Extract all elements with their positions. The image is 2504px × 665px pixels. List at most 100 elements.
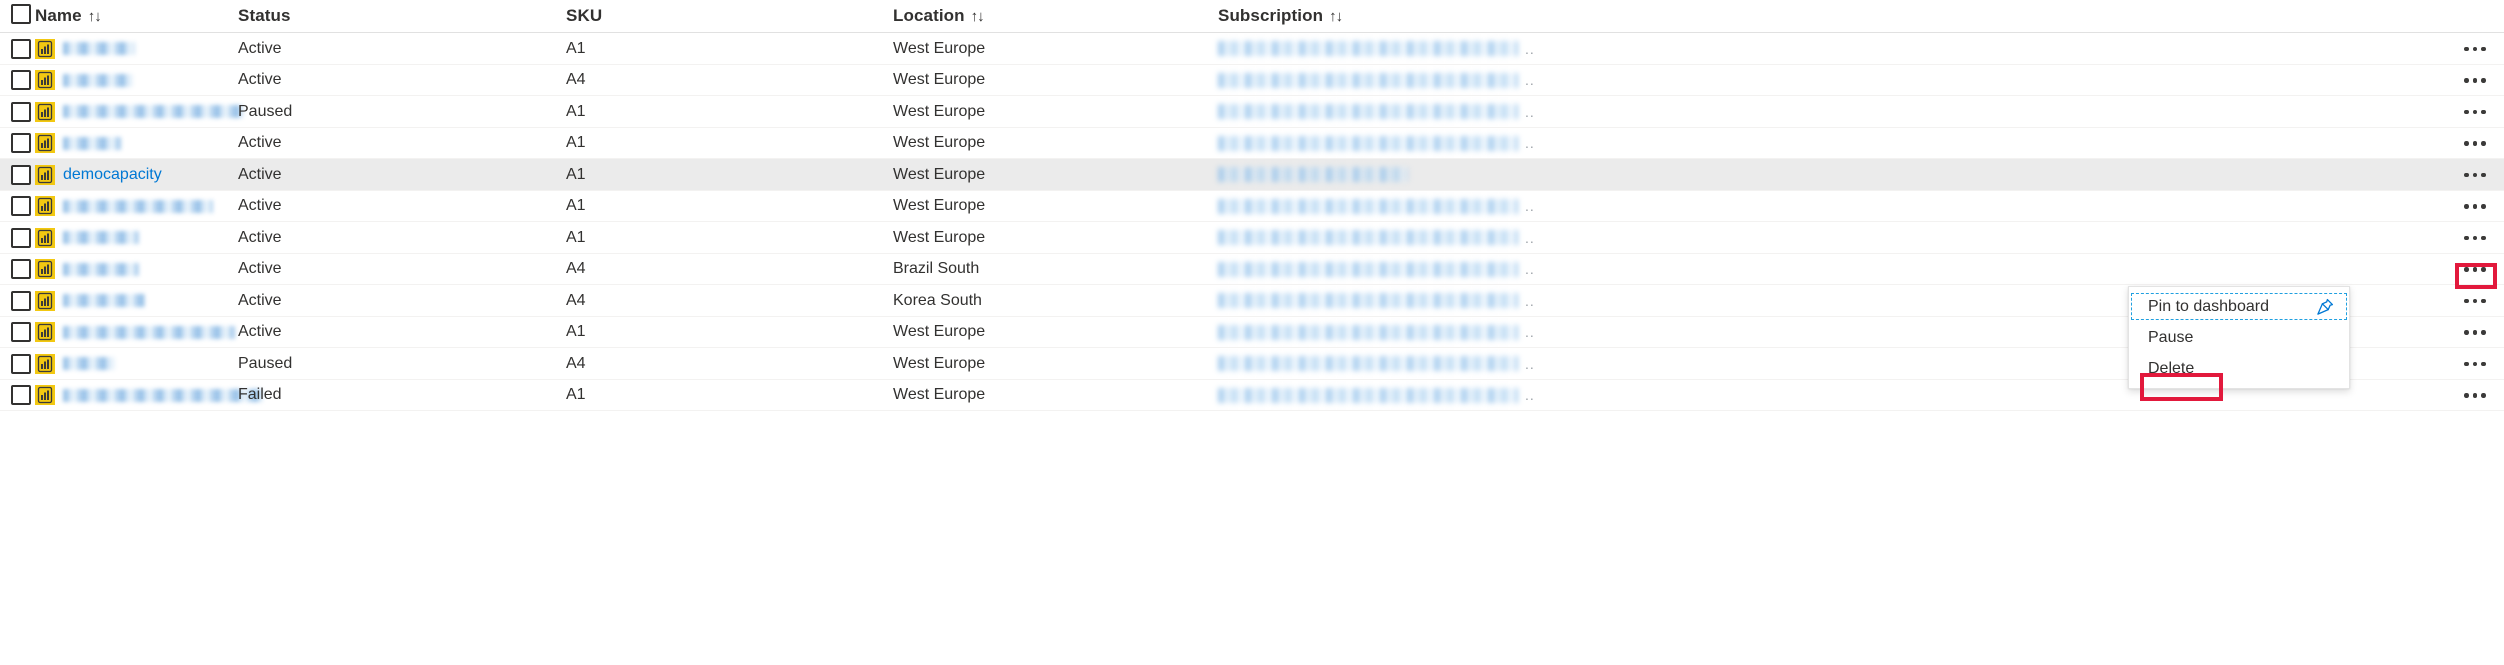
row-subscription-blurred	[1218, 72, 1518, 88]
row-select-checkbox[interactable]	[11, 159, 31, 191]
row-select-checkbox[interactable]	[11, 380, 31, 412]
more-actions-ellipsis-icon[interactable]	[2458, 96, 2492, 128]
checkbox-box[interactable]	[11, 290, 31, 311]
sort-icon[interactable]: ↑↓	[1329, 9, 1343, 24]
checkbox-box[interactable]	[11, 133, 31, 154]
checkbox-box[interactable]	[11, 385, 31, 406]
table-row[interactable]: Active A4 West Europe..	[0, 64, 2504, 97]
row-name-blurred	[63, 231, 139, 245]
more-actions-ellipsis-icon[interactable]	[2458, 285, 2492, 317]
row-location-cell: West Europe	[893, 386, 986, 404]
row-location-cell: West Europe	[893, 228, 986, 246]
column-header-name[interactable]: Name ↑↓	[35, 6, 235, 26]
row-select-checkbox[interactable]	[11, 254, 31, 286]
ellipsis-dot	[2464, 330, 2469, 335]
ellipsis-dot	[2481, 267, 2486, 272]
checkbox-box[interactable]	[11, 38, 31, 59]
row-subscription-cell: ..	[1218, 33, 1535, 65]
row-name-link[interactable]: democapacity	[63, 166, 162, 184]
column-header-location[interactable]: Location ↑↓	[893, 6, 1133, 26]
row-location-cell: Brazil South	[893, 260, 980, 278]
ellipsis-dot	[2481, 361, 2486, 366]
row-name-cell: democapacity	[35, 159, 162, 191]
sort-icon[interactable]: ↑↓	[88, 9, 102, 24]
table-row[interactable]: Active A1 West Europe..	[0, 33, 2504, 65]
row-status-cell: Active	[238, 260, 282, 278]
select-all-checkbox[interactable]	[11, 3, 35, 29]
more-actions-ellipsis-icon[interactable]	[2458, 33, 2492, 65]
column-header-status[interactable]: Status	[238, 6, 438, 26]
power-bi-capacity-icon	[35, 290, 55, 311]
row-select-checkbox[interactable]	[11, 285, 31, 317]
ellipsis-dot	[2472, 330, 2478, 335]
row-location-cell: Korea South	[893, 291, 982, 309]
row-sku-cell: A4	[566, 291, 586, 309]
row-select-checkbox[interactable]	[11, 128, 31, 160]
ellipsis-dot	[2481, 393, 2486, 398]
checkbox-box[interactable]	[11, 101, 31, 122]
row-subscription-blurred	[1218, 261, 1518, 277]
row-select-checkbox[interactable]	[11, 317, 31, 349]
menu-item-delete[interactable]: Delete	[2129, 353, 2349, 384]
table-row[interactable]: democapacity Active A1 West Europe	[0, 159, 2504, 191]
row-select-checkbox[interactable]	[11, 348, 31, 380]
table-row[interactable]: Active A1 West Europe..	[0, 190, 2504, 223]
row-select-checkbox[interactable]	[11, 33, 31, 65]
ellipsis-dot	[2472, 267, 2478, 272]
power-bi-capacity-icon	[35, 322, 55, 343]
more-actions-ellipsis-icon[interactable]	[2458, 191, 2492, 223]
row-context-menu: Pin to dashboard Pause Delete	[2128, 286, 2350, 389]
sort-icon[interactable]: ↑↓	[971, 9, 985, 24]
menu-item-pause[interactable]: Pause	[2129, 322, 2349, 353]
row-name-cell	[35, 317, 235, 349]
more-actions-ellipsis-icon[interactable]	[2458, 348, 2492, 380]
checkbox-box[interactable]	[11, 353, 31, 374]
ellipsis-dot	[2481, 172, 2486, 177]
subscription-truncation: ..	[1525, 103, 1535, 120]
column-header-sku[interactable]: SKU	[566, 6, 766, 26]
row-name-blurred	[63, 294, 145, 308]
checkbox-box[interactable]	[11, 3, 31, 24]
more-actions-ellipsis-icon[interactable]	[2458, 128, 2492, 160]
column-header-subscription[interactable]: Subscription ↑↓	[1218, 6, 1538, 26]
column-header-name-label: Name	[35, 6, 82, 25]
checkbox-box[interactable]	[11, 259, 31, 280]
row-status-cell: Active	[238, 165, 282, 183]
checkbox-box[interactable]	[11, 164, 31, 185]
row-subscription-blurred	[1218, 167, 1408, 183]
checkbox-box[interactable]	[11, 322, 31, 343]
row-subscription-cell: ..	[1218, 128, 1535, 160]
row-select-checkbox[interactable]	[11, 96, 31, 128]
menu-item-pin-to-dashboard[interactable]: Pin to dashboard	[2129, 291, 2349, 322]
row-subscription-cell: ..	[1218, 65, 1535, 97]
row-name-cell	[35, 191, 213, 223]
table-row[interactable]: Active A1 West Europe..	[0, 222, 2504, 254]
subscription-truncation: ..	[1525, 40, 1535, 57]
row-select-checkbox[interactable]	[11, 222, 31, 254]
row-name-blurred	[63, 325, 235, 339]
table-row[interactable]: Active A1 West Europe..	[0, 127, 2504, 160]
row-name-cell	[35, 128, 121, 160]
row-subscription-blurred	[1218, 135, 1518, 151]
row-status-cell: Active	[238, 134, 282, 152]
row-subscription-blurred	[1218, 387, 1518, 403]
more-actions-ellipsis-icon[interactable]	[2458, 317, 2492, 349]
checkbox-box[interactable]	[11, 70, 31, 91]
more-actions-ellipsis-icon[interactable]	[2458, 159, 2492, 191]
row-subscription-blurred	[1218, 41, 1518, 57]
row-location-cell: West Europe	[893, 102, 986, 120]
more-actions-ellipsis-icon[interactable]	[2458, 222, 2492, 254]
power-bi-capacity-icon	[35, 259, 55, 280]
table-row[interactable]: Active A4 Brazil South..	[0, 253, 2504, 286]
more-actions-ellipsis-icon[interactable]	[2458, 380, 2492, 412]
row-select-checkbox[interactable]	[11, 65, 31, 97]
checkbox-box[interactable]	[11, 227, 31, 248]
menu-item-pin-to-dashboard-label: Pin to dashboard	[2148, 297, 2269, 315]
checkbox-box[interactable]	[11, 196, 31, 217]
ellipsis-dot	[2464, 46, 2469, 51]
row-select-checkbox[interactable]	[11, 191, 31, 223]
table-row[interactable]: Paused A1 West Europe..	[0, 96, 2504, 128]
more-actions-ellipsis-icon[interactable]	[2458, 254, 2492, 286]
more-actions-ellipsis-icon[interactable]	[2458, 65, 2492, 97]
ellipsis-dot	[2472, 298, 2478, 303]
